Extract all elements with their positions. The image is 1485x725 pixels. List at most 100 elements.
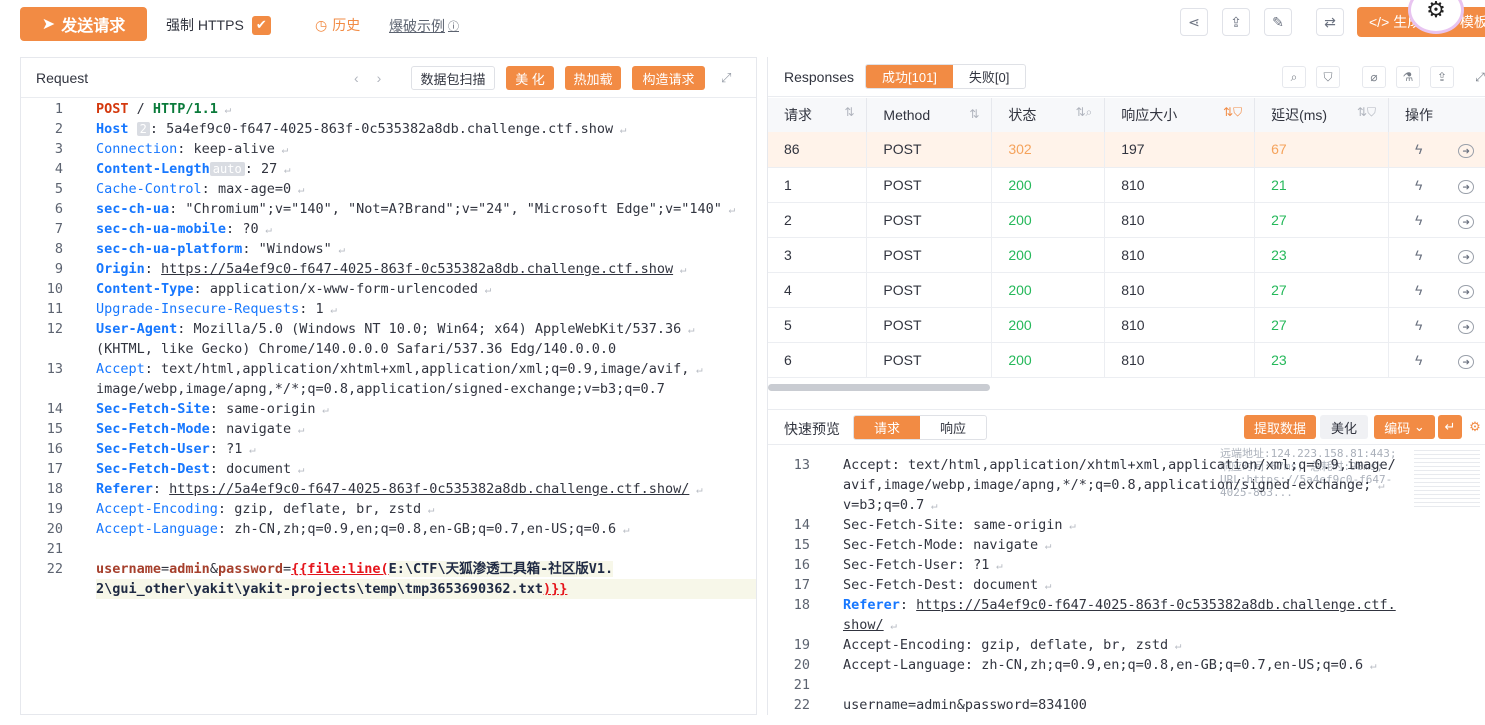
preview-editor[interactable]: 远端地址:124.223.158.81:443; 响应时间:67ms; 总耗时:… bbox=[768, 447, 1485, 715]
search-icon[interactable]: ⌕ bbox=[1282, 66, 1306, 88]
force-https-label: 强制 HTTPS bbox=[166, 17, 244, 33]
flask-icon[interactable]: ⚗ bbox=[1396, 66, 1420, 88]
col-size[interactable]: 响应大小 ⇅⛉ bbox=[1104, 98, 1256, 132]
help-icon: ⓘ bbox=[448, 21, 459, 33]
sort-filter-icon[interactable]: ⇅⛉ bbox=[1223, 105, 1242, 120]
lightning-icon[interactable]: ϟ bbox=[1415, 212, 1422, 228]
preview-beautify-label: 美化 bbox=[1330, 420, 1357, 436]
table-row[interactable]: 6 POST 200 810 23 ϟ ➜ bbox=[768, 342, 1485, 378]
col-latency[interactable]: 延迟(ms) ⇅⛉ bbox=[1254, 98, 1389, 132]
table-row[interactable]: 1 POST 200 810 21 ϟ ➜ bbox=[768, 167, 1485, 203]
newline-icon: ↵ bbox=[323, 303, 337, 316]
share-icon[interactable]: ⋖ bbox=[1180, 8, 1208, 36]
cell-request: 2 bbox=[768, 202, 868, 238]
lightning-icon[interactable]: ϟ bbox=[1415, 282, 1422, 298]
fullscreen-icon[interactable]: ⤢ bbox=[1468, 66, 1485, 88]
cell-request: 1 bbox=[768, 167, 868, 203]
arrow-circle-icon[interactable]: ➜ bbox=[1458, 144, 1474, 159]
beautify-button[interactable]: 美 化 bbox=[506, 66, 554, 90]
arrow-circle-icon[interactable]: ➜ bbox=[1458, 354, 1474, 369]
swap-icon[interactable]: ⇄ bbox=[1316, 8, 1344, 36]
newline-icon: ↵ bbox=[721, 203, 736, 216]
hotload-button[interactable]: 热加载 bbox=[565, 66, 621, 90]
newline-icon: ↵ bbox=[274, 143, 289, 156]
header-key: Accept bbox=[843, 457, 892, 473]
tab-preview-response[interactable]: 响应 bbox=[920, 416, 986, 439]
blast-example-link[interactable]: 爆破示例 ⓘ bbox=[389, 16, 459, 36]
newline-icon[interactable]: ↵ bbox=[1438, 415, 1462, 439]
sort-filter-icon[interactable]: ⇅⛉ bbox=[1357, 105, 1376, 120]
newline-icon: ↵ bbox=[989, 559, 1003, 572]
export-icon[interactable]: ⇪ bbox=[1222, 8, 1250, 36]
cell-size: 810 bbox=[1104, 342, 1256, 378]
lightning-icon[interactable]: ϟ bbox=[1415, 177, 1422, 193]
export-icon[interactable]: ⇪ bbox=[1430, 66, 1454, 88]
line-number: 9 bbox=[54, 261, 63, 277]
table-row[interactable]: 4 POST 200 810 27 ϟ ➜ bbox=[768, 272, 1485, 308]
table-row[interactable]: 3 POST 200 810 23 ϟ ➜ bbox=[768, 237, 1485, 273]
preview-beautify-button[interactable]: 美化 bbox=[1320, 415, 1368, 439]
lightning-icon[interactable]: ϟ bbox=[1415, 141, 1422, 157]
request-editor[interactable]: 1 POST / HTTP/1.1 ↵ 2 Host 2: 5a4ef9c0-f647… bbox=[21, 99, 756, 714]
body-token: & bbox=[209, 561, 218, 577]
col-status[interactable]: 状态 ⇅⌕ bbox=[991, 98, 1106, 132]
header-value: max-age=0 bbox=[217, 181, 292, 197]
header-value: Mozilla/5.0 (Windows NT 10.0; Win64; x64… bbox=[193, 321, 682, 337]
header-value: keep-alive bbox=[193, 141, 275, 157]
send-request-button[interactable]: ➤ 发送请求 bbox=[20, 7, 147, 41]
code-line-wrap: show/ ↵ bbox=[843, 615, 897, 636]
col-request[interactable]: 请求 ⇅ bbox=[768, 98, 868, 132]
col-request-label: 请求 bbox=[784, 107, 812, 123]
col-actions: 操作 bbox=[1388, 98, 1485, 132]
header-key: Host bbox=[96, 121, 129, 137]
history-nav-icons[interactable]: ‹› bbox=[354, 70, 399, 86]
lightning-icon[interactable]: ϟ bbox=[1415, 352, 1422, 368]
body-token: 2\gui_other\yakit\yakit-projects\temp\tm… bbox=[96, 581, 544, 597]
tab-success[interactable]: 成功[101] bbox=[866, 65, 953, 88]
sort-icon[interactable]: ⇅ bbox=[844, 105, 854, 119]
code-minimap[interactable] bbox=[1414, 447, 1480, 507]
tab-fail[interactable]: 失败[0] bbox=[953, 65, 1025, 88]
extract-data-button[interactable]: 提取数据 bbox=[1244, 415, 1316, 439]
cell-actions: ϟ ➜ bbox=[1388, 272, 1485, 308]
header-key: Accept-Language bbox=[96, 521, 218, 537]
cell-actions: ϟ ➜ bbox=[1388, 307, 1485, 343]
edit-icon[interactable]: ✎ bbox=[1264, 8, 1292, 36]
fullscreen-icon[interactable]: ⤢ bbox=[721, 70, 731, 86]
horizontal-scrollbar[interactable] bbox=[768, 384, 990, 391]
arrow-circle-icon[interactable]: ➜ bbox=[1458, 249, 1474, 264]
packet-scan-label: 数据包扫描 bbox=[420, 71, 486, 87]
history-label: 历史 bbox=[332, 17, 361, 33]
header-value: application/x-www-form-urlencoded bbox=[209, 281, 479, 297]
sort-icon[interactable]: ⇅ bbox=[969, 107, 979, 121]
arrow-circle-icon[interactable]: ➜ bbox=[1458, 179, 1474, 194]
http-method: POST bbox=[96, 101, 129, 117]
header-key: Content-Type bbox=[96, 281, 194, 297]
table-row[interactable]: 5 POST 200 810 27 ϟ ➜ bbox=[768, 307, 1485, 343]
table-row[interactable]: 2 POST 200 810 27 ϟ ➜ bbox=[768, 202, 1485, 238]
encode-dropdown[interactable]: 编码 ⌄ bbox=[1374, 415, 1435, 439]
history-button[interactable]: ◷ 历史 bbox=[315, 15, 360, 35]
clear-icon[interactable]: ⌀ bbox=[1362, 66, 1386, 88]
header-value: document bbox=[226, 461, 292, 477]
lightning-icon[interactable]: ϟ bbox=[1415, 247, 1422, 263]
col-method[interactable]: Method ⇅ bbox=[866, 98, 993, 132]
request-title: Request bbox=[36, 69, 89, 86]
construct-request-button[interactable]: 构造请求 bbox=[632, 66, 705, 90]
force-https-toggle[interactable]: 强制 HTTPS ✔ bbox=[166, 15, 271, 35]
sort-search-icon[interactable]: ⇅⌕ bbox=[1075, 105, 1092, 120]
arrow-circle-icon[interactable]: ➜ bbox=[1458, 319, 1474, 334]
arrow-circle-icon[interactable]: ➜ bbox=[1458, 214, 1474, 229]
checkbox-checked-icon[interactable]: ✔ bbox=[251, 15, 271, 35]
header-key: Sec-Fetch-Dest bbox=[843, 577, 957, 593]
arrow-circle-icon[interactable]: ➜ bbox=[1458, 284, 1474, 299]
settings-icon[interactable]: ⚙ bbox=[1466, 415, 1484, 439]
lightning-icon[interactable]: ϟ bbox=[1415, 317, 1422, 333]
packet-scan-button[interactable]: 数据包扫描 bbox=[411, 66, 495, 90]
cell-actions: ϟ ➜ bbox=[1388, 342, 1485, 378]
header-key: Cache-Control bbox=[96, 181, 202, 197]
tab-preview-request[interactable]: 请求 bbox=[854, 416, 920, 439]
cell-status: 200 bbox=[991, 237, 1106, 273]
filter-icon[interactable]: ⛉ bbox=[1316, 66, 1340, 88]
table-row[interactable]: 86 POST 302 197 67 ϟ ➜ bbox=[768, 132, 1485, 168]
